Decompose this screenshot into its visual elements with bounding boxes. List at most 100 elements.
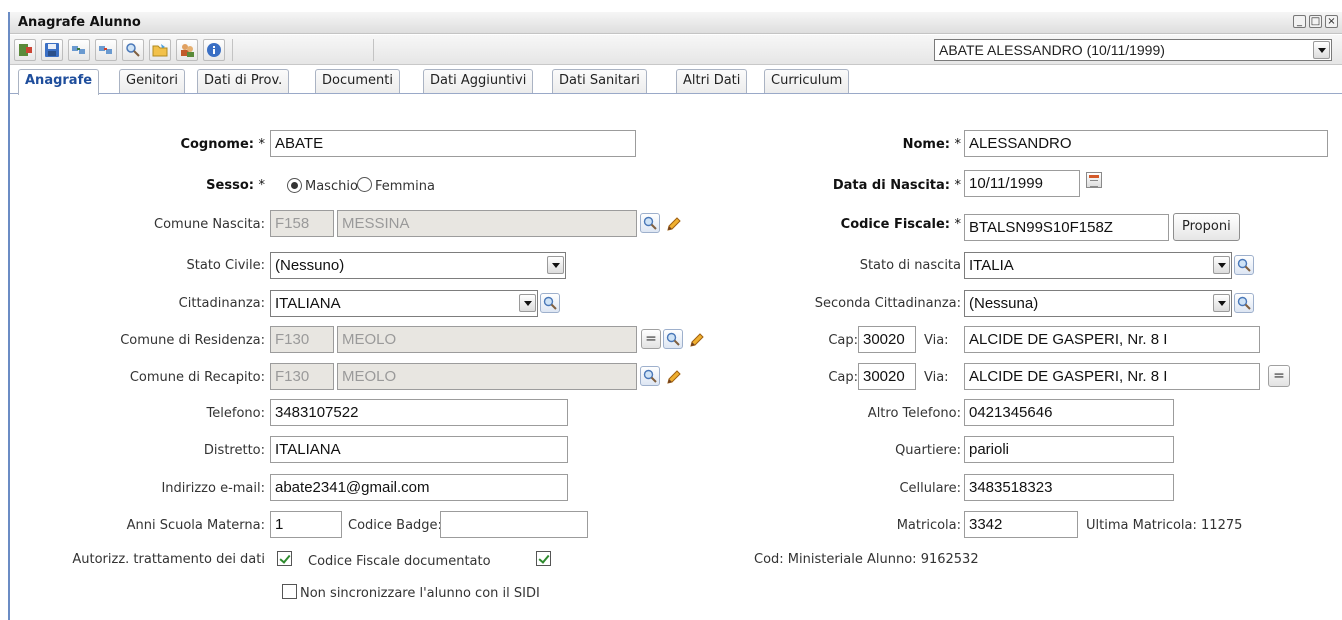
- tab-dati-sanitari[interactable]: Dati Sanitari: [552, 69, 647, 93]
- calendar-icon[interactable]: [1086, 172, 1102, 188]
- data-nascita-input[interactable]: 10/11/1999: [964, 170, 1080, 197]
- copy-record-button[interactable]: [68, 39, 90, 61]
- search-button[interactable]: [122, 39, 144, 61]
- maschio-label: Maschio: [305, 179, 358, 194]
- telefono-label: Telefono:: [206, 406, 265, 421]
- recapito-cap-label: Cap:: [828, 370, 858, 385]
- femmina-radio[interactable]: [357, 177, 372, 192]
- stato-civile-select[interactable]: (Nessuno): [270, 252, 566, 279]
- matricola-label: Matricola:: [896, 518, 961, 533]
- cognome-input[interactable]: ABATE: [270, 130, 636, 157]
- stato-nascita-select[interactable]: ITALIA: [964, 252, 1232, 279]
- residenza-via-label: Via:: [924, 333, 949, 348]
- edit-comune-recapito-button[interactable]: [663, 366, 683, 386]
- anni-materna-label: Anni Scuola Materna:: [126, 518, 265, 533]
- tab-genitori[interactable]: Genitori: [119, 69, 185, 93]
- chevron-down-icon[interactable]: [1313, 41, 1330, 59]
- quartiere-input[interactable]: parioli: [964, 436, 1174, 463]
- users-icon: [181, 44, 194, 57]
- recapito-cap-input[interactable]: 30020: [858, 363, 916, 390]
- info-button[interactable]: [203, 39, 225, 61]
- comune-residenza-name: MEOLO: [337, 326, 637, 353]
- comune-nascita-label: Comune Nascita:: [154, 217, 265, 232]
- chevron-down-icon[interactable]: [547, 256, 564, 274]
- search-seconda-cittadinanza-button[interactable]: [1234, 293, 1254, 313]
- email-label: Indirizzo e-mail:: [161, 481, 265, 496]
- residenza-cap-input[interactable]: 30020: [858, 326, 916, 353]
- copy-residenza-button[interactable]: =: [641, 329, 661, 349]
- cellulare-label: Cellulare:: [899, 481, 961, 496]
- search-comune-recapito-button[interactable]: [640, 366, 660, 386]
- pencil-icon: [690, 333, 704, 347]
- tab-curriculum[interactable]: Curriculum: [764, 69, 850, 93]
- edit-comune-residenza-button[interactable]: [686, 329, 706, 349]
- chevron-down-icon[interactable]: [1213, 256, 1230, 274]
- codice-fiscale-label: Codice Fiscale: *: [840, 217, 961, 232]
- codice-badge-input[interactable]: [440, 511, 588, 538]
- folder-icon: [152, 44, 168, 57]
- chevron-down-icon[interactable]: [519, 294, 536, 312]
- search-icon: [126, 43, 140, 57]
- seconda-cittadinanza-value: (Nessuna): [969, 295, 1039, 312]
- search-icon: [1237, 258, 1251, 272]
- users-button[interactable]: [176, 39, 198, 61]
- student-selector[interactable]: ABATE ALESSANDRO (10/11/1999): [934, 39, 1332, 61]
- comune-residenza-label: Comune di Residenza:: [120, 333, 265, 348]
- exit-button[interactable]: [14, 39, 36, 61]
- search-icon: [1237, 296, 1251, 310]
- folder-button[interactable]: [149, 39, 171, 61]
- search-icon: [643, 216, 657, 230]
- search-icon: [643, 369, 657, 383]
- codice-fiscale-input[interactable]: BTALSN99S10F158Z: [964, 214, 1169, 241]
- search-comune-nascita-button[interactable]: [640, 213, 660, 233]
- telefono-input[interactable]: 3483107522: [270, 399, 568, 426]
- proponi-button[interactable]: Proponi: [1173, 213, 1240, 241]
- matricola-input[interactable]: 3342: [964, 511, 1078, 538]
- tab-dati-di-prov[interactable]: Dati di Prov.: [197, 69, 290, 93]
- autorizz-checkbox[interactable]: [277, 551, 292, 566]
- edit-comune-nascita-button[interactable]: [663, 213, 683, 233]
- cod-ministeriale: Cod: Ministeriale Alunno: 9162532: [754, 552, 979, 567]
- toolbar-separator: [373, 39, 374, 61]
- stato-nascita-value: ITALIA: [969, 257, 1014, 274]
- anni-materna-input[interactable]: 1: [270, 511, 342, 538]
- distretto-input[interactable]: ITALIANA: [270, 436, 568, 463]
- stato-civile-label: Stato Civile:: [186, 258, 265, 273]
- recapito-via-input[interactable]: ALCIDE DE GASPERI, Nr. 8 I: [964, 363, 1260, 390]
- save-button[interactable]: [41, 39, 63, 61]
- residenza-via-input[interactable]: ALCIDE DE GASPERI, Nr. 8 I: [964, 326, 1260, 353]
- email-input[interactable]: abate2341@gmail.com: [270, 474, 568, 501]
- stato-nascita-label: Stato di nascita: [859, 258, 961, 273]
- cittadinanza-select[interactable]: ITALIANA: [270, 290, 538, 317]
- seconda-cittadinanza-select[interactable]: (Nessuna): [964, 290, 1232, 317]
- maschio-radio[interactable]: [287, 178, 302, 193]
- recapito-via-label: Via:: [924, 370, 949, 385]
- copy-recapito-button[interactable]: =: [1268, 365, 1290, 387]
- toolbar-separator: [232, 39, 233, 61]
- student-selector-value: ABATE ALESSANDRO (10/11/1999): [939, 42, 1165, 58]
- tab-altri-dati[interactable]: Altri Dati: [676, 69, 748, 93]
- exit-icon: [19, 44, 32, 56]
- save-icon: [45, 43, 59, 57]
- search-comune-residenza-button[interactable]: [663, 329, 683, 349]
- altro-telefono-input[interactable]: 0421345646: [964, 399, 1174, 426]
- maximize-button[interactable]: □: [1309, 15, 1322, 28]
- tab-dati-aggiuntivi[interactable]: Dati Aggiuntivi: [423, 69, 534, 93]
- cellulare-input[interactable]: 3483518323: [964, 474, 1174, 501]
- close-button[interactable]: ×: [1325, 15, 1338, 28]
- quartiere-label: Quartiere:: [895, 443, 961, 458]
- pencil-icon: [667, 217, 681, 231]
- non-sincronizzare-checkbox[interactable]: [282, 584, 297, 599]
- cf-documentato-checkbox[interactable]: [536, 551, 551, 566]
- residenza-cap-label: Cap:: [828, 333, 858, 348]
- tab-anagrafe[interactable]: Anagrafe: [18, 69, 100, 95]
- tab-documenti[interactable]: Documenti: [315, 69, 400, 93]
- chevron-down-icon[interactable]: [1213, 294, 1230, 312]
- nome-input[interactable]: ALESSANDRO: [964, 130, 1328, 157]
- search-cittadinanza-button[interactable]: [540, 293, 560, 313]
- comune-recapito-label: Comune di Recapito:: [129, 370, 265, 385]
- delete-record-button[interactable]: [95, 39, 117, 61]
- minimize-button[interactable]: _: [1293, 15, 1306, 28]
- search-stato-nascita-button[interactable]: [1234, 255, 1254, 275]
- info-icon: [207, 43, 221, 57]
